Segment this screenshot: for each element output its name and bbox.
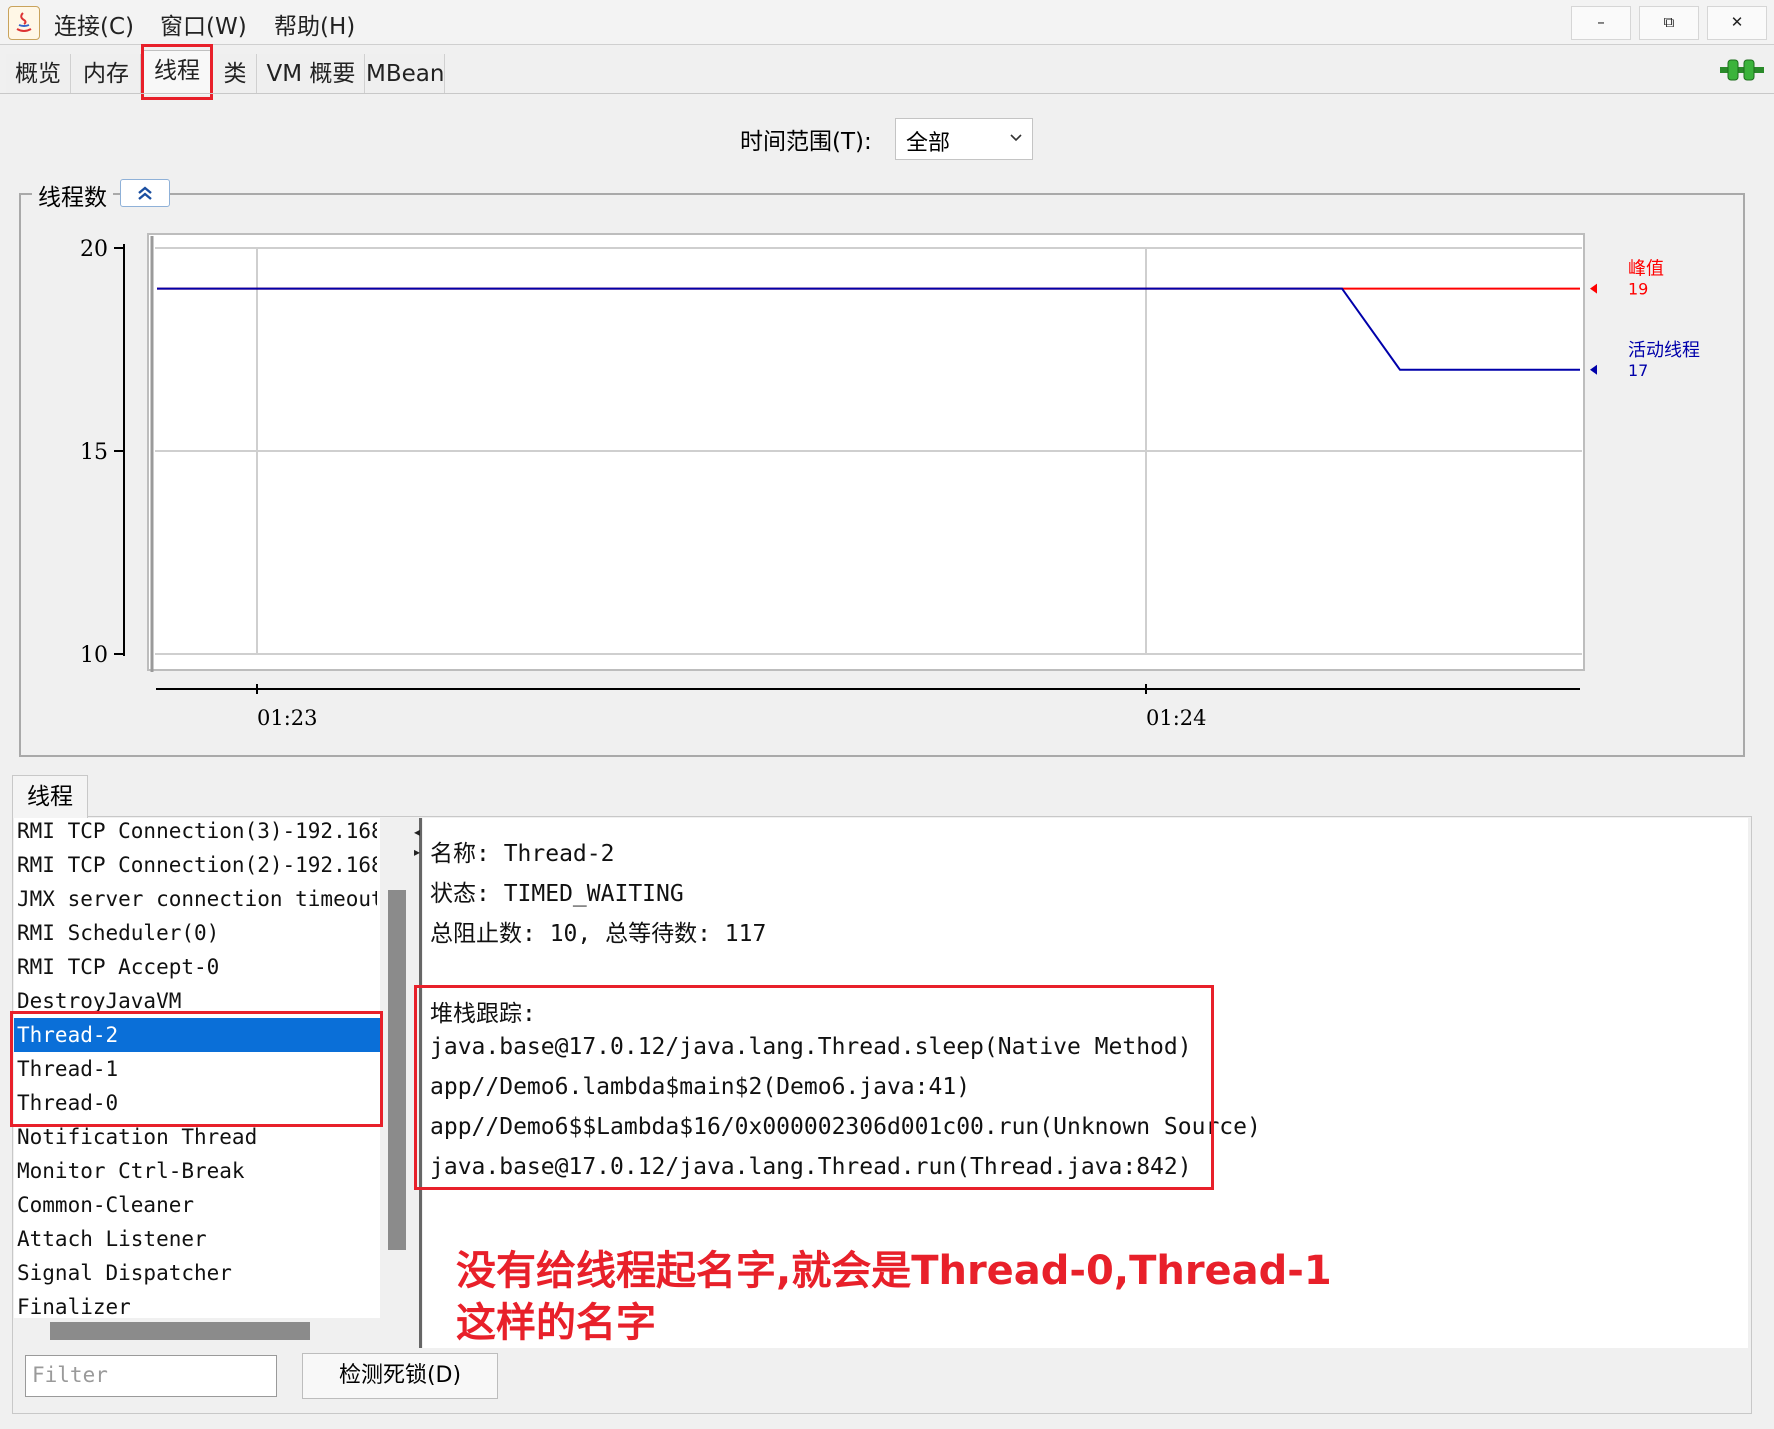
legend-label: 活动线程 — [1628, 340, 1700, 361]
title-bar — [0, 0, 1774, 45]
thread-name-line: 名称: Thread-2 — [430, 841, 615, 867]
thread-item[interactable]: Attach Listener — [17, 1222, 377, 1256]
time-range-label: 时间范围(T): — [740, 129, 872, 155]
legend-marker — [1590, 283, 1597, 294]
restore-button[interactable]: ⧉ — [1639, 6, 1699, 40]
tab-divider — [0, 93, 1774, 94]
stack-trace-highlight — [414, 985, 1214, 1190]
y-tick-label: 15 — [80, 440, 108, 465]
legend-marker — [1590, 364, 1597, 375]
thread-list-tab[interactable]: 线程 — [12, 775, 88, 818]
detect-deadlock-button[interactable]: 检测死锁(D) — [302, 1353, 498, 1399]
tab-mbean[interactable]: MBean — [366, 54, 445, 94]
legend-value: 17 — [1628, 361, 1648, 380]
thread-item[interactable]: RMI TCP Connection(2)-192.168.3 — [17, 848, 377, 882]
thread-names-highlight — [10, 1011, 383, 1127]
thread-item[interactable]: Signal Dispatcher — [17, 1256, 377, 1290]
annotation-text-line2: 这样的名字 — [456, 1300, 656, 1346]
thread-count-chart: 20 15 10 01:23 01:24 峰值19 活动线程17 — [80, 233, 1700, 730]
thread-item[interactable]: JMX server connection timeout 3 — [17, 882, 377, 916]
legend-label: 峰值 — [1628, 259, 1664, 280]
thread-item[interactable]: Common-Cleaner — [17, 1188, 377, 1222]
filter-placeholder: Filter — [32, 1363, 108, 1387]
chart-panel-title: 线程数 — [32, 178, 113, 212]
double-chevron-up-icon — [138, 186, 152, 200]
y-tick-label: 20 — [80, 237, 108, 262]
tab-overview[interactable]: 概览 — [6, 54, 71, 94]
split-arrows-icon[interactable]: ◂ ▸ — [414, 822, 420, 862]
menu-help[interactable]: 帮助(H) — [274, 7, 355, 41]
thread-state-line: 状态: TIMED_WAITING — [430, 881, 684, 907]
time-range-value: 全部 — [906, 131, 951, 156]
filter-input[interactable]: Filter — [25, 1355, 277, 1397]
y-tick-label: 10 — [80, 643, 108, 668]
x-tick-label: 01:24 — [1146, 706, 1207, 730]
collapse-button[interactable] — [120, 179, 170, 207]
minimize-button[interactable]: – — [1571, 6, 1631, 40]
annotation-text-line1: 没有给线程起名字,就会是Thread-0,Thread-1 — [456, 1248, 1332, 1294]
tab-classes[interactable]: 类 — [214, 54, 257, 94]
thread-item[interactable]: Monitor Ctrl-Break — [17, 1154, 377, 1188]
legend-value: 19 — [1628, 280, 1648, 299]
x-tick-label: 01:23 — [257, 706, 318, 730]
close-button[interactable]: ✕ — [1707, 6, 1767, 40]
tab-threads-highlight — [141, 44, 213, 100]
menu-window[interactable]: 窗口(W) — [160, 7, 247, 41]
chevron-down-icon — [1010, 134, 1022, 142]
time-range-select[interactable]: 全部 — [895, 118, 1033, 160]
menu-connect[interactable]: 连接(C) — [54, 7, 134, 41]
thread-item[interactable]: RMI TCP Accept-0 — [17, 950, 377, 984]
thread-counts-line: 总阻止数: 10, 总等待数: 117 — [430, 921, 767, 947]
thread-item[interactable]: Finalizer — [17, 1290, 377, 1318]
thread-item[interactable]: RMI TCP Connection(3)-192.168.3 — [17, 818, 377, 848]
tab-memory[interactable]: 内存 — [72, 54, 141, 94]
tab-vm-summary[interactable]: VM 概要 — [258, 54, 365, 94]
thread-item[interactable]: RMI Scheduler(0) — [17, 916, 377, 950]
thread-list-horizontal-scrollbar[interactable] — [50, 1322, 310, 1340]
thread-list-vertical-scrollbar[interactable] — [388, 890, 406, 1250]
java-app-icon — [8, 6, 40, 40]
connection-status-icon — [1718, 56, 1766, 88]
